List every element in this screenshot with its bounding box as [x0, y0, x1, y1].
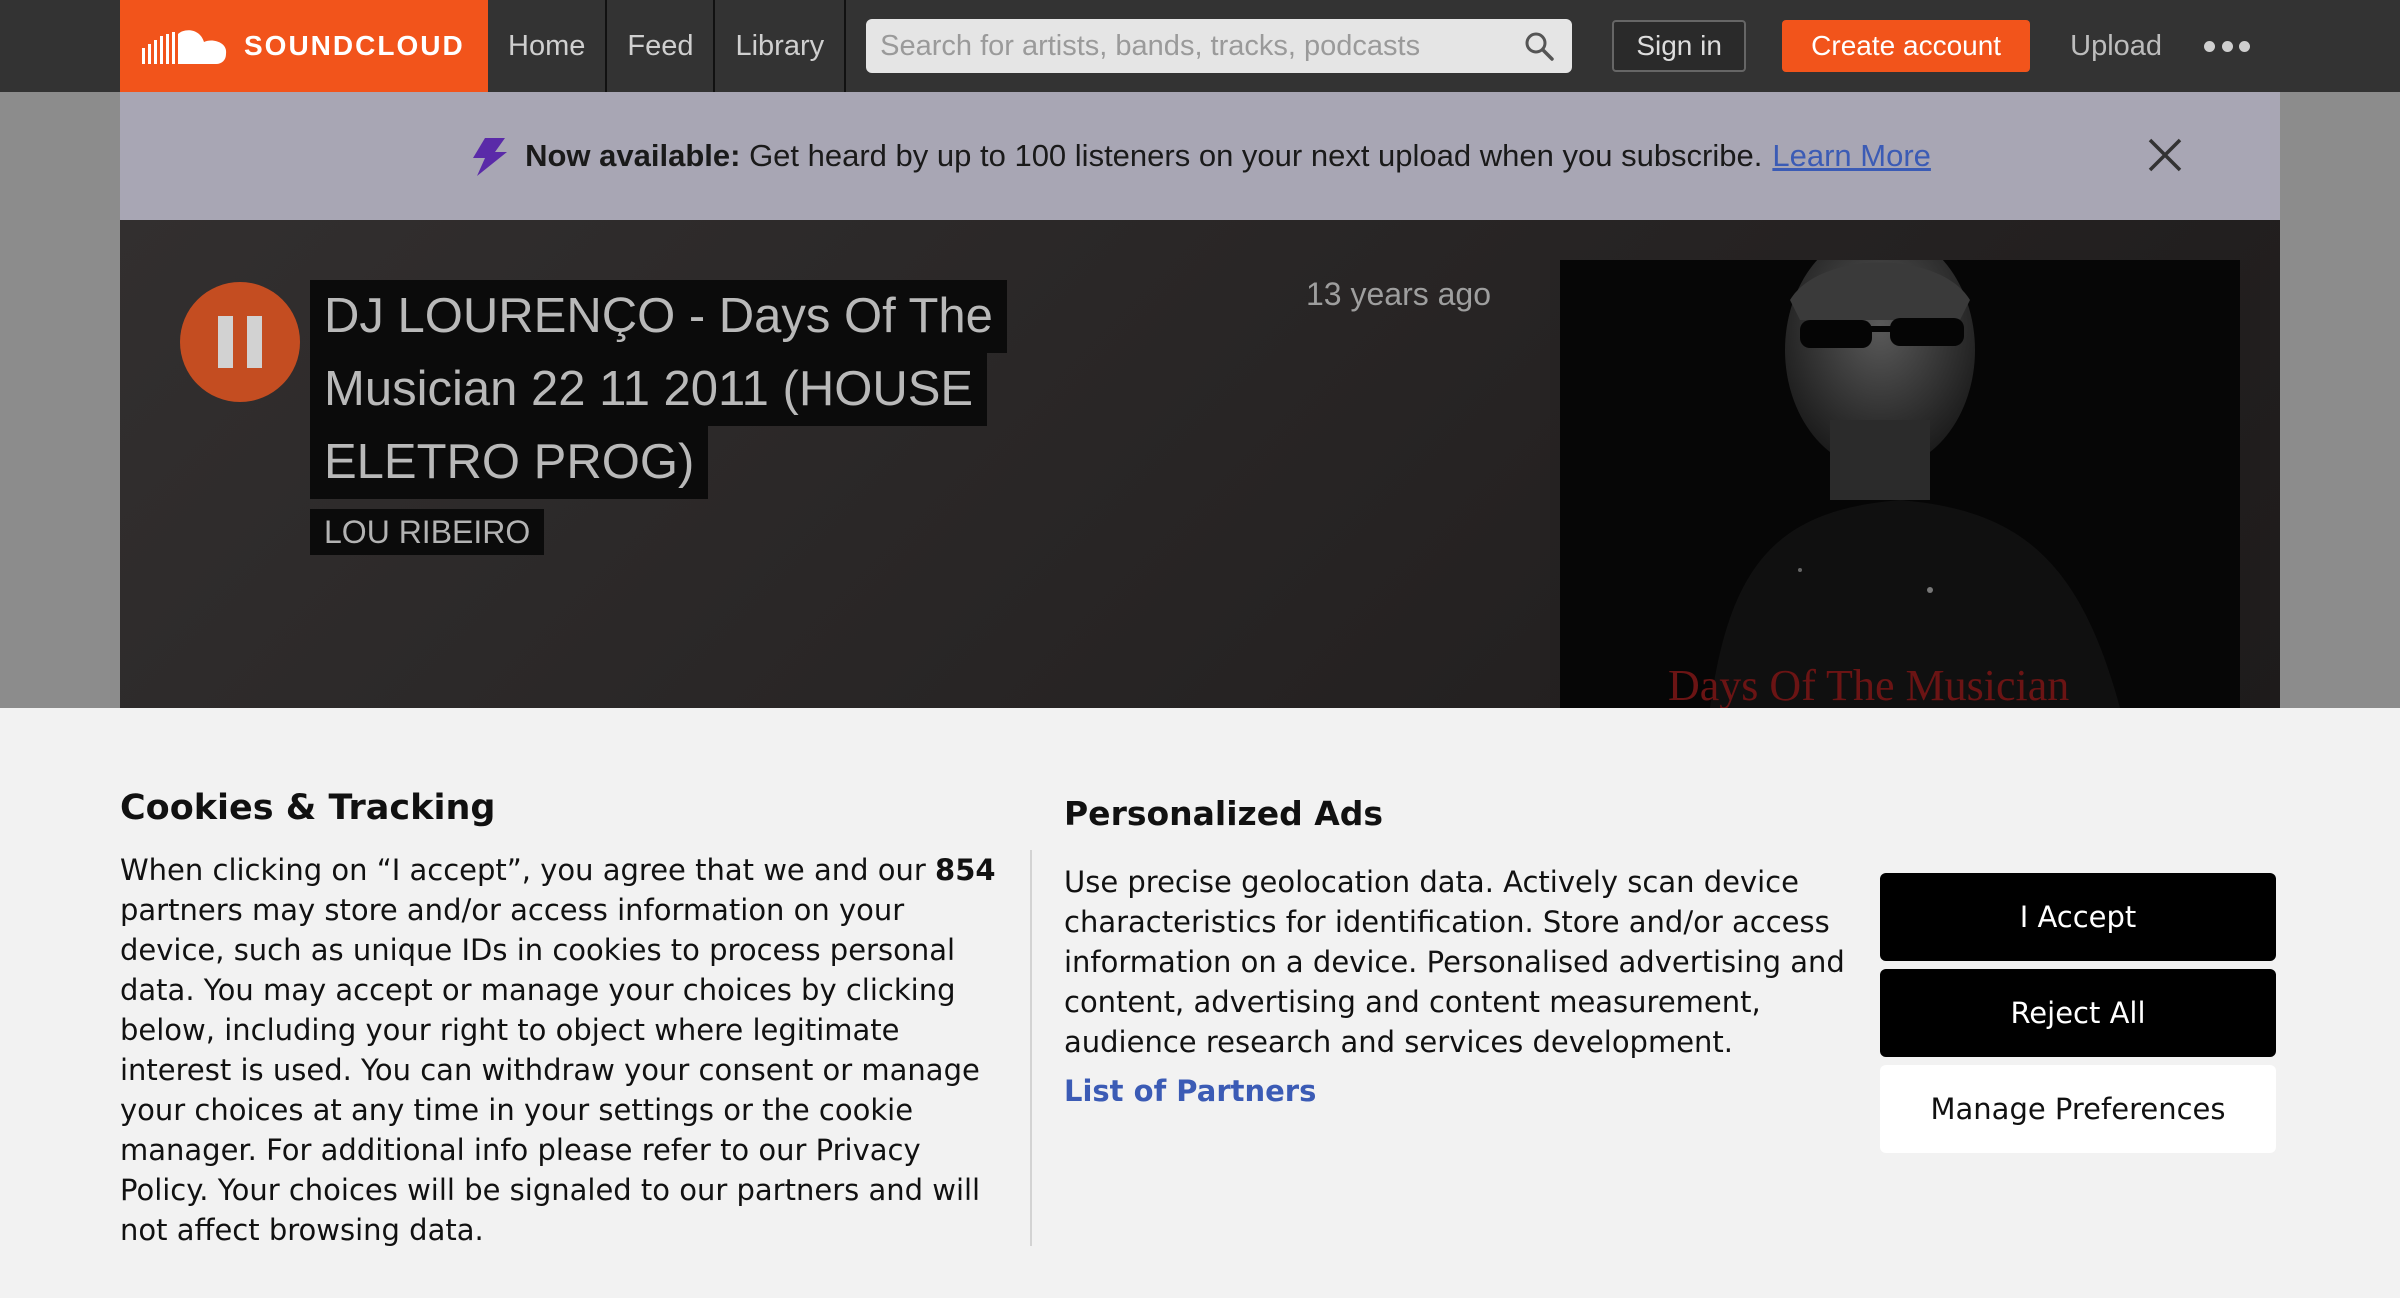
close-icon[interactable] [2146, 136, 2184, 174]
search-box [866, 19, 1573, 73]
nav-inner: SOUNDCLOUD Home Feed Library Sign in Cre… [120, 0, 2280, 92]
section-divider [1030, 850, 1032, 1246]
track-hero: DJ LOURENÇO - Days Of The Musician 22 11… [120, 220, 2280, 708]
track-artwork: Days Of The Musician [1560, 260, 2240, 708]
nav-library-link[interactable]: Library [715, 0, 847, 92]
sign-in-button[interactable]: Sign in [1612, 20, 1747, 72]
more-dots-icon[interactable] [2204, 36, 2251, 56]
list-of-partners-link[interactable]: List of Partners [1064, 1074, 1316, 1108]
accept-button[interactable]: I Accept [1880, 873, 2276, 961]
artist-portrait-image [1560, 260, 2240, 708]
posted-time: 13 years ago [1306, 276, 1492, 312]
cookie-description: When clicking on “I accept”, you agree t… [120, 850, 1010, 1250]
cookie-text-end: partners may store and/or access informa… [120, 893, 981, 1247]
lightning-icon [473, 138, 508, 176]
artist-name-link[interactable]: LOU RIBEIRO [310, 509, 545, 555]
announcement-text: Now available: Get heard by up to 100 li… [525, 138, 1762, 174]
track-title-line[interactable]: DJ LOURENÇO - Days Of The [310, 280, 1007, 353]
upload-link[interactable]: Upload [2070, 30, 2162, 63]
pause-icon-bar [218, 316, 233, 368]
track-title-block: DJ LOURENÇO - Days Of The Musician 22 11… [310, 280, 1210, 555]
announcement-banner: Now available: Get heard by up to 100 li… [120, 92, 2280, 220]
cookie-text-start: When clicking on “I accept”, you agree t… [120, 853, 936, 887]
cookie-heading: Cookies & Tracking [120, 788, 496, 828]
pause-button[interactable] [180, 282, 300, 402]
reject-all-button[interactable]: Reject All [1880, 969, 2276, 1057]
partner-count: 854 [935, 853, 996, 887]
track-title-line[interactable]: Musician 22 11 2011 (HOUSE [310, 353, 988, 426]
nav-home-link[interactable]: Home [488, 0, 608, 92]
manage-preferences-button[interactable]: Manage Preferences [1880, 1065, 2276, 1153]
soundcloud-logo[interactable]: SOUNDCLOUD [120, 0, 488, 92]
learn-more-link[interactable]: Learn More [1772, 138, 1931, 174]
search-icon[interactable] [1524, 31, 1554, 61]
announcement-message: Get heard by up to 100 listeners on your… [749, 138, 1763, 173]
nav-feed-link[interactable]: Feed [607, 0, 716, 92]
track-title-line[interactable]: ELETRO PROG) [310, 426, 709, 499]
personalized-ads-description: Use precise geolocation data. Actively s… [1064, 865, 1845, 1059]
create-account-button[interactable]: Create account [1782, 20, 2031, 72]
artwork-caption: Days Of The Musician [1668, 661, 2070, 708]
logo-text: SOUNDCLOUD [244, 30, 465, 61]
pause-icon-bar [247, 316, 262, 368]
cookie-consent-banner: Cookies & Tracking When clicking on “I a… [0, 708, 2400, 1298]
announcement-bold: Now available: [525, 138, 741, 173]
search-input[interactable] [866, 19, 1573, 73]
top-navigation-bar: SOUNDCLOUD Home Feed Library Sign in Cre… [0, 0, 2400, 92]
personalized-ads-heading: Personalized Ads [1064, 794, 1384, 833]
soundcloud-cloud-icon [142, 30, 227, 64]
